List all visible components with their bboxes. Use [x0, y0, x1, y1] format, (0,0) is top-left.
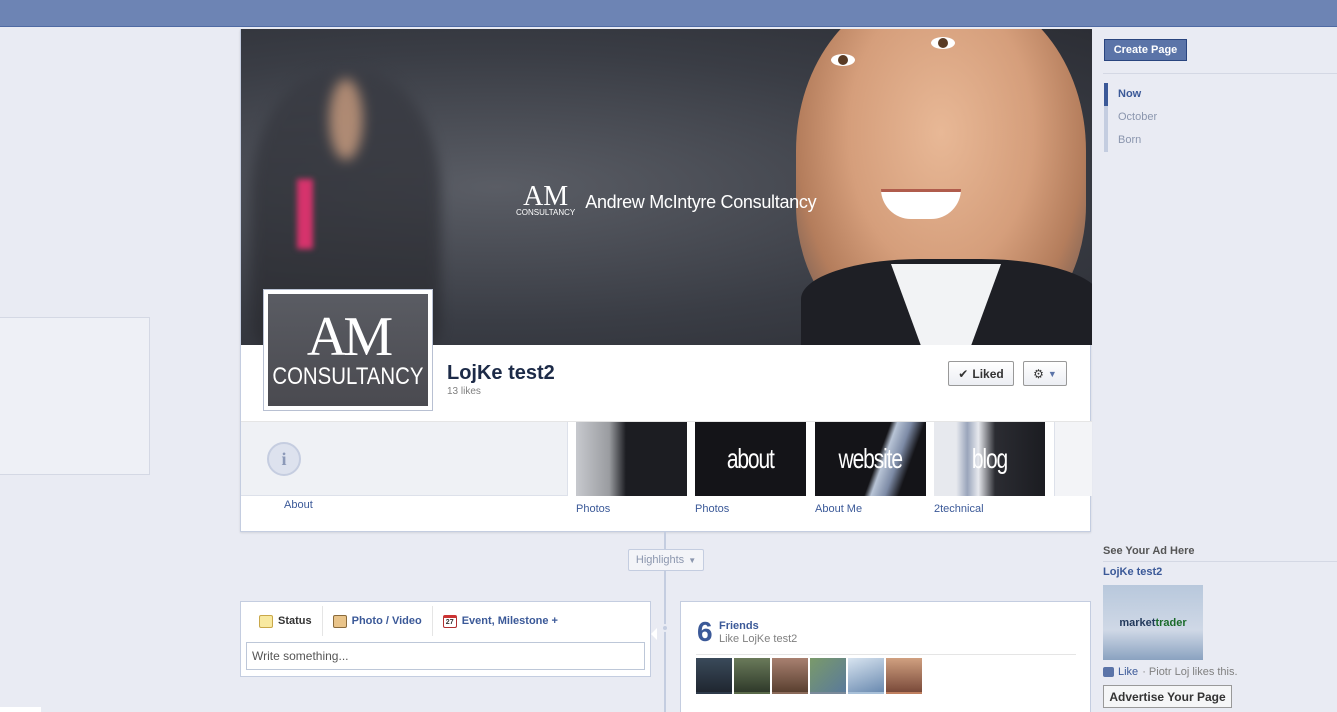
composer-tabs: Status Photo / Video 27 Event, Milestone…	[241, 602, 650, 640]
advertise-page-button[interactable]: Advertise Your Page	[1103, 685, 1232, 708]
app-thumb-about[interactable]: about	[695, 422, 806, 496]
tab-event-milestone[interactable]: 27 Event, Milestone +	[433, 606, 568, 636]
sidebar-divider	[1103, 73, 1337, 74]
cover-brand-logo: AM CONSULTANCY	[516, 183, 576, 218]
friends-box: 6 Friends Like LojKe test2	[680, 601, 1091, 712]
app-thumb-blog[interactable]: blog	[934, 422, 1045, 496]
create-page-button[interactable]: Create Page	[1104, 39, 1187, 61]
about-tile[interactable]: i	[241, 422, 568, 496]
scrubber-october[interactable]: October	[1104, 106, 1157, 129]
top-nav-bar	[0, 0, 1337, 27]
ad-image-text-b: trader	[1155, 616, 1187, 629]
settings-button[interactable]: ⚙ ▼	[1023, 361, 1067, 386]
page-title[interactable]: LojKe test2	[447, 362, 555, 385]
app-tiles: i About Photos about Photos website Abou…	[241, 421, 1092, 531]
app-label-photos-2[interactable]: Photos	[695, 503, 729, 515]
app-label-about[interactable]: About	[284, 499, 313, 511]
composer-connector	[651, 628, 657, 640]
timeline-header: AM CONSULTANCY Andrew McIntyre Consultan…	[240, 29, 1092, 532]
friends-divider	[696, 654, 1076, 655]
app-thumb-photos[interactable]	[576, 422, 687, 496]
ad-image-text-a: market	[1119, 616, 1156, 629]
bottom-left-corner	[0, 707, 41, 712]
left-panel	[0, 317, 150, 475]
profile-logo: AM CONSULTANCY	[268, 294, 428, 406]
chevron-down-icon: ▼	[1047, 368, 1057, 379]
chevron-down-icon: ▼	[688, 555, 697, 565]
profile-logo-am: AM	[306, 306, 393, 368]
profile-picture[interactable]: AM CONSULTANCY	[263, 289, 433, 411]
friend-avatar[interactable]	[810, 658, 846, 694]
scrubber-now[interactable]: Now	[1104, 83, 1157, 106]
friend-avatar[interactable]	[696, 658, 732, 694]
cover-brand: AM CONSULTANCY Andrew McIntyre Consultan…	[516, 183, 817, 218]
liked-label: Liked	[972, 366, 1004, 381]
status-composer: Status Photo / Video 27 Event, Milestone…	[240, 601, 651, 677]
more-apps-tile[interactable]	[1054, 422, 1092, 496]
cover-eye-right	[931, 37, 955, 49]
friend-avatar[interactable]	[734, 658, 770, 694]
ad-divider	[1103, 561, 1337, 562]
ad-like-row: Like · Piotr Loj likes this.	[1103, 666, 1238, 678]
cover-eye-left	[831, 54, 855, 66]
highlights-label: Highlights	[635, 554, 685, 566]
info-icon: i	[267, 442, 301, 476]
friend-pics	[696, 658, 922, 694]
app-label-photos[interactable]: Photos	[576, 503, 610, 515]
liked-button[interactable]: ✔ Liked	[948, 361, 1014, 386]
friend-avatar[interactable]	[848, 658, 884, 694]
cover-logo-consultancy: CONSULTANCY	[516, 208, 576, 217]
write-something-input[interactable]	[246, 642, 645, 670]
tab-event-label: Event, Milestone +	[461, 615, 558, 627]
profile-logo-consultancy: CONSULTANCY	[272, 363, 424, 390]
tab-status[interactable]: Status	[249, 606, 323, 636]
app-thumb-website[interactable]: website	[815, 422, 926, 496]
thumb-text: about	[727, 443, 775, 474]
friends-subtitle: Like LojKe test2	[719, 633, 798, 645]
app-label-2technical[interactable]: 2technical	[934, 503, 984, 515]
cover-brand-name: Andrew McIntyre Consultancy	[585, 191, 817, 212]
ad-image[interactable]: market trader	[1103, 585, 1203, 660]
ad-heading[interactable]: See Your Ad Here	[1103, 545, 1195, 557]
app-label-about-me[interactable]: About Me	[815, 503, 862, 515]
timeline-dot	[661, 624, 669, 632]
friends-title-link[interactable]: Friends	[719, 620, 759, 632]
likes-count: 13 likes	[447, 386, 481, 397]
friends-count: 6	[697, 616, 713, 647]
thumb-text: blog	[971, 443, 1008, 474]
ad-title-link[interactable]: LojKe test2	[1103, 566, 1162, 578]
camera-icon	[332, 614, 347, 628]
friend-avatar[interactable]	[772, 658, 808, 694]
gear-icon: ⚙	[1033, 366, 1044, 381]
checkmark-icon: ✔	[958, 366, 969, 381]
ad-like-text: · Piotr Loj likes this.	[1142, 666, 1238, 678]
tab-photo-video-label: Photo / Video	[351, 615, 422, 627]
tab-photo-video[interactable]: Photo / Video	[323, 606, 433, 636]
calendar-icon: 27	[442, 614, 457, 628]
timeline-scrubber: Now October Born	[1104, 83, 1157, 152]
ad-like-link[interactable]: Like	[1118, 666, 1138, 678]
highlights-dropdown[interactable]: Highlights ▼	[628, 549, 704, 571]
scrubber-born[interactable]: Born	[1104, 129, 1157, 152]
thumb-text: website	[838, 443, 903, 474]
friend-avatar[interactable]	[886, 658, 922, 694]
tab-status-label: Status	[278, 615, 312, 627]
thumbs-up-icon	[1103, 667, 1114, 677]
status-icon	[259, 614, 273, 628]
cover-tie	[297, 179, 313, 249]
